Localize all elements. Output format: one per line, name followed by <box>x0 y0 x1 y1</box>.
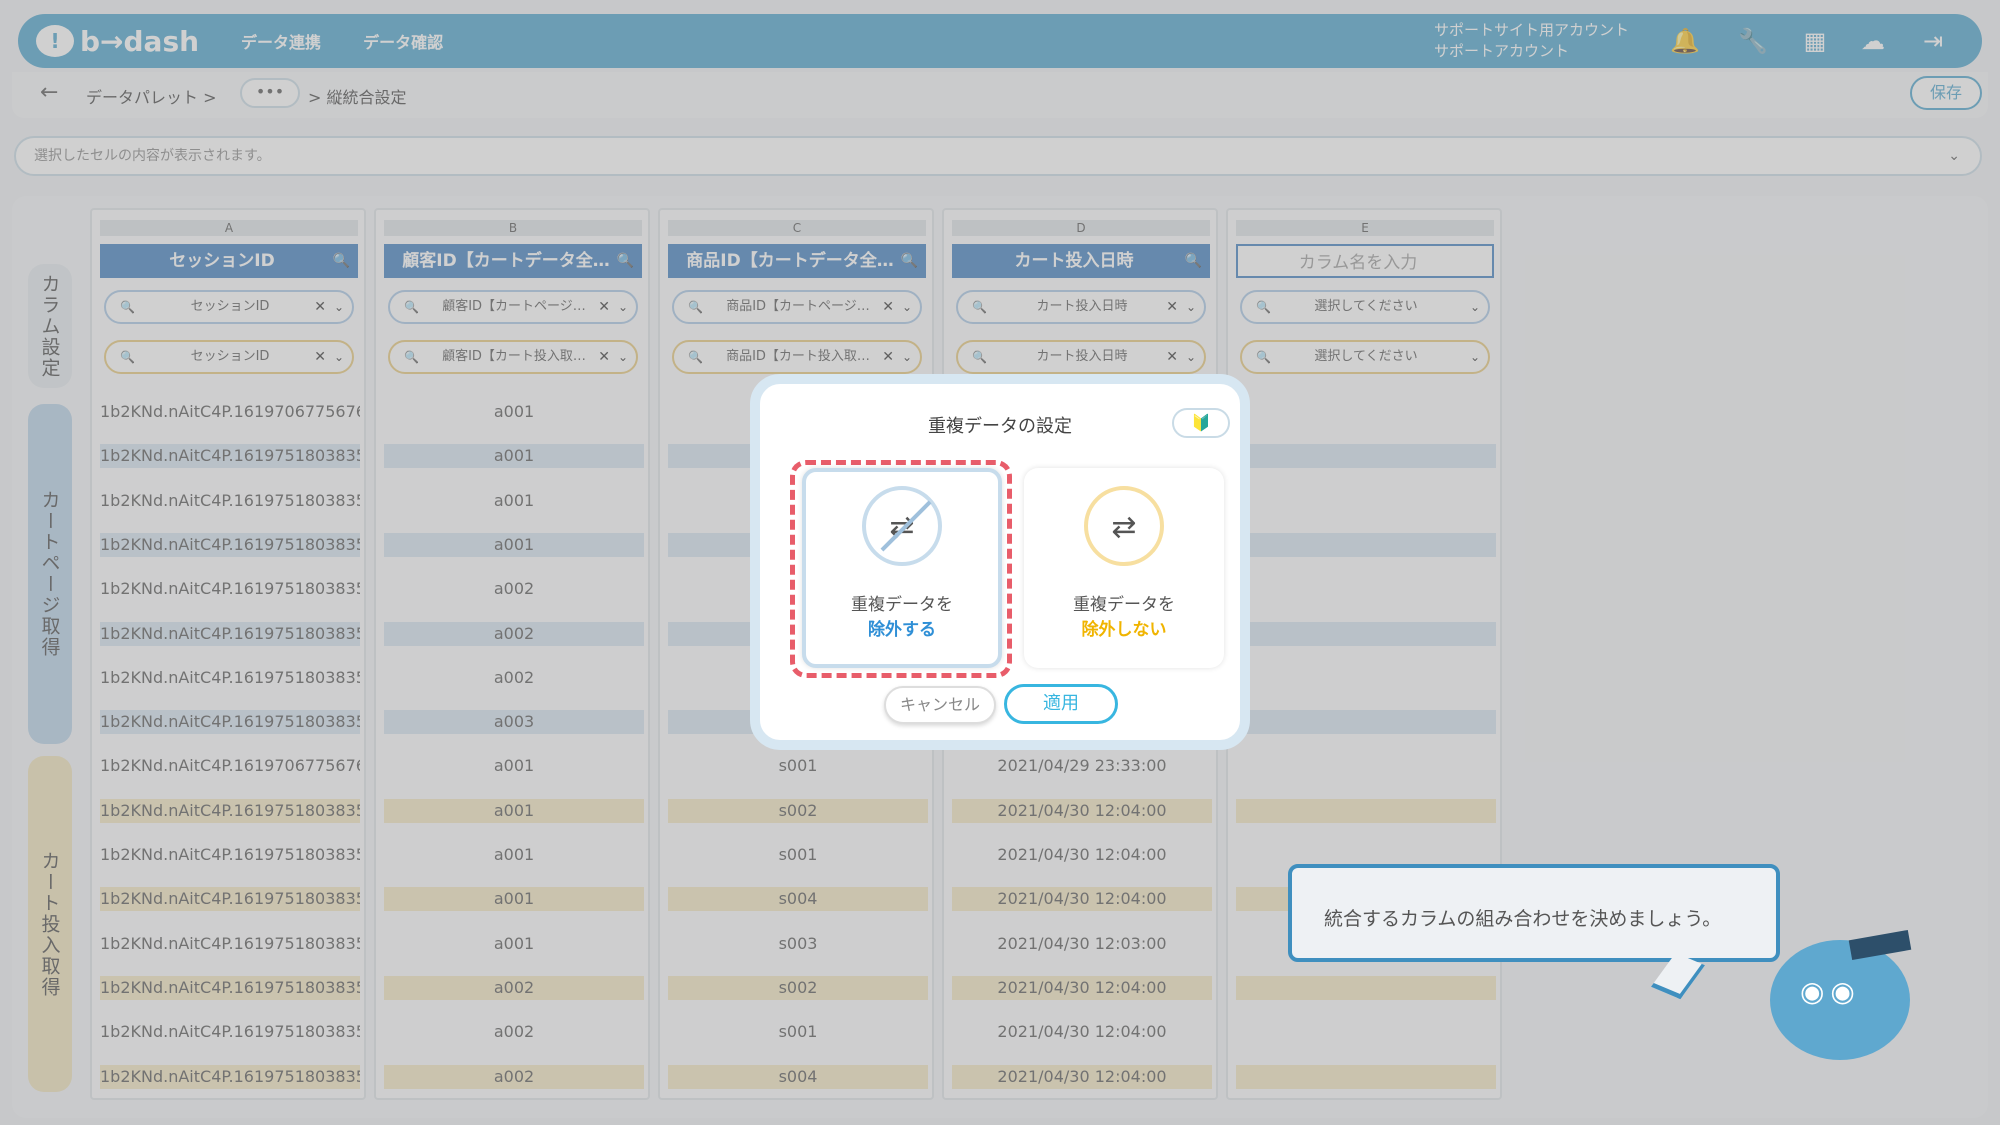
option-exclude-label: 重複データを <box>851 595 953 615</box>
guide-tooltip: 統合するカラムの組み合わせを決めましょう。 <box>1288 864 1780 962</box>
merge-icon: ⇄ <box>1084 486 1164 566</box>
merge-excluded-icon: ⇄ <box>862 486 942 566</box>
apply-button[interactable]: 適用 <box>1004 684 1118 724</box>
cancel-button[interactable]: キャンセル <box>884 686 996 724</box>
duplicate-settings-modal: 重複データの設定 🔰 ⇄ 重複データを 除外する ⇄ 重複データを 除外しない … <box>750 374 1250 750</box>
option-keep-label: 重複データを <box>1073 595 1175 615</box>
option-exclude-duplicates[interactable]: ⇄ 重複データを 除外する <box>802 468 1002 668</box>
mascot-face-icon: ◉◉ <box>1800 975 1861 1008</box>
option-keep-duplicates[interactable]: ⇄ 重複データを 除外しない <box>1024 468 1224 668</box>
option-exclude-action: 除外する <box>868 620 936 640</box>
modal-title: 重複データの設定 <box>928 416 1072 437</box>
beginner-mark-icon[interactable]: 🔰 <box>1172 408 1230 438</box>
option-keep-action: 除外しない <box>1081 620 1167 640</box>
